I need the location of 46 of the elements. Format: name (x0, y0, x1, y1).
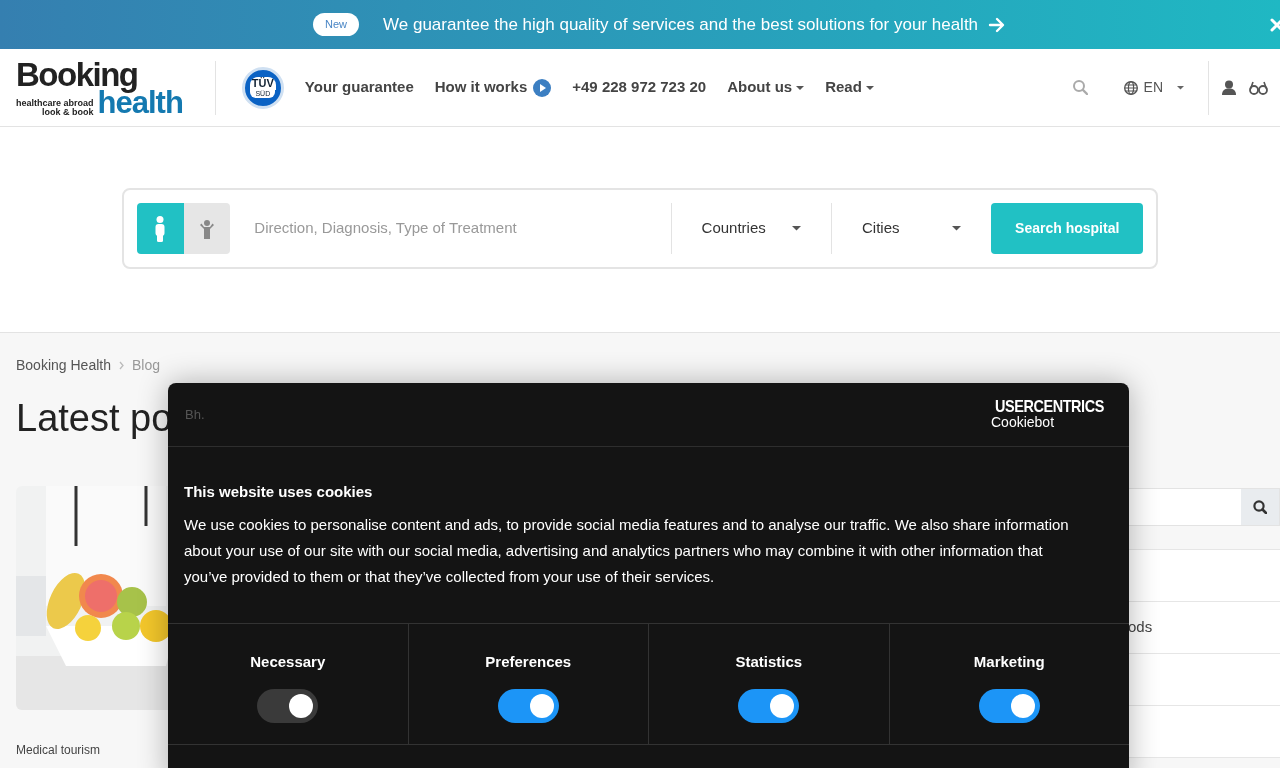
child-toggle[interactable] (183, 203, 231, 254)
new-badge: New (313, 13, 359, 36)
search-icon (1253, 500, 1267, 514)
toggle-switch[interactable] (978, 688, 1040, 723)
adult-toggle[interactable] (137, 203, 184, 254)
toggle-switch[interactable] (738, 688, 800, 723)
caret-icon (865, 85, 874, 90)
nav-link[interactable]: +49 228 972 723 20 (572, 76, 707, 99)
sidebar-item[interactable]: ods (1128, 602, 1280, 654)
globe-icon (1123, 80, 1138, 95)
chevron-right-icon (118, 361, 124, 370)
nav-link[interactable]: How it works (434, 76, 552, 99)
caret-icon (796, 85, 805, 90)
logo-wordmark: Booking (16, 57, 138, 91)
nav-link[interactable]: Read (825, 76, 874, 99)
user-icon[interactable] (1222, 80, 1236, 95)
category-label: Statistics (735, 652, 803, 672)
nav-link[interactable]: Your guarantee (304, 76, 414, 99)
product-name: Cookiebot (991, 415, 1056, 431)
brand-logo: Bh. (185, 405, 205, 424)
logo-tagline: healthcare abroad (16, 98, 94, 108)
search-button[interactable] (1241, 489, 1279, 525)
close-icon[interactable] (1270, 17, 1280, 32)
dialog-title: This website uses cookies (184, 482, 374, 502)
certificate-text: TÜV (249, 76, 276, 90)
vendor-logo-text: USERCENTRICS (995, 398, 1104, 416)
search-icon[interactable] (1072, 80, 1088, 95)
toggle-switch[interactable] (497, 688, 559, 723)
category-label: Necessary (250, 652, 326, 672)
glasses-icon[interactable] (1249, 80, 1268, 95)
language-selector[interactable]: EN (1123, 77, 1184, 98)
person-icon (199, 218, 215, 239)
search-field[interactable] (1128, 488, 1280, 526)
dialog-text: We use cookies to personalise content and ads, to provide social media features and to analyse our traffic. We also share information about your use of our site with our social media, advertising and analytics partners who may combine it with other information that you’ve provided to them or that they’ve collected from your use of their services. (184, 514, 1070, 587)
category-label: Marketing (973, 652, 1045, 672)
caret-icon (1177, 85, 1184, 90)
play-icon (533, 78, 552, 97)
person-icon (154, 215, 167, 242)
caret-icon (792, 226, 801, 231)
breadcrumb-link[interactable]: Booking Health (16, 355, 111, 376)
logo-tagline: look & book (41, 108, 94, 118)
caret-icon (952, 226, 962, 231)
arrow-right-icon (988, 15, 1006, 34)
nav-link[interactable]: About us (727, 76, 805, 99)
category-label: Preferences (485, 652, 572, 672)
post-category[interactable]: Medical tourism (16, 740, 101, 759)
